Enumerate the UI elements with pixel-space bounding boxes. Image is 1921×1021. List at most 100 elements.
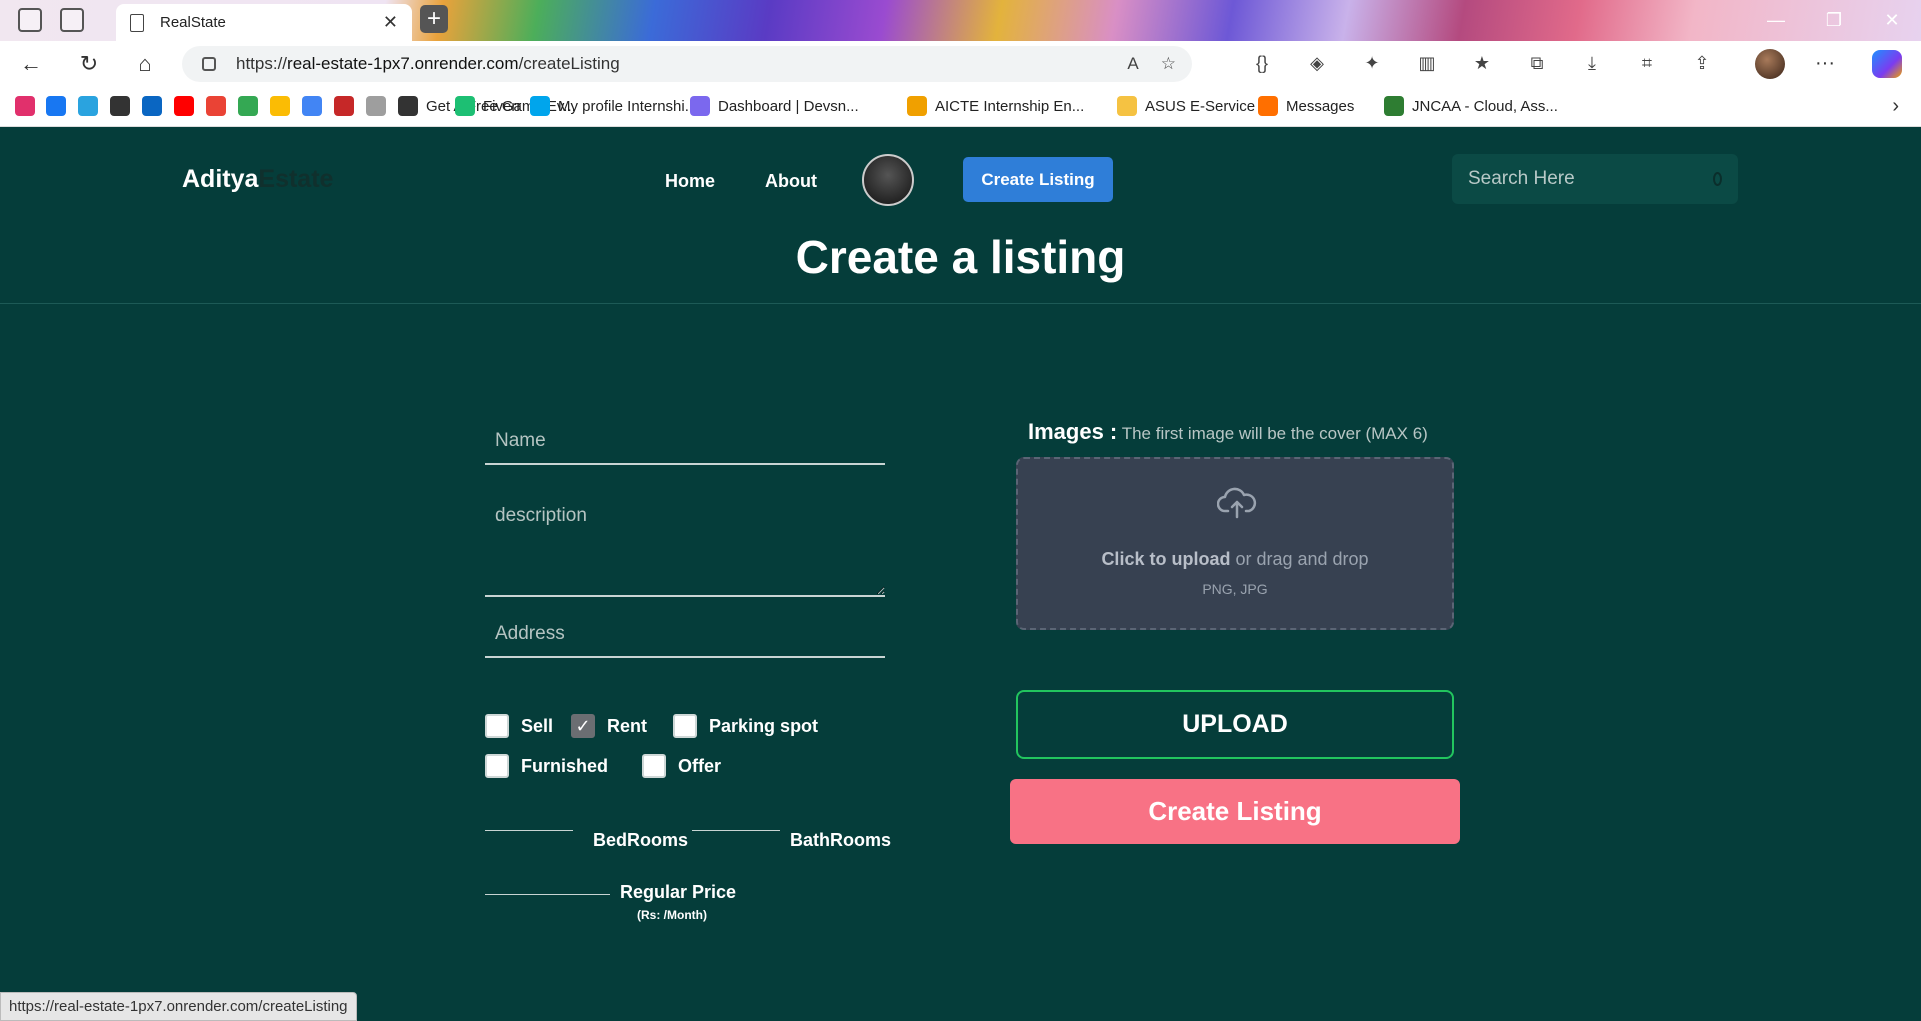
bookmark-label: AICTE Internship En... bbox=[935, 97, 1085, 115]
parking-spot-checkbox[interactable]: Parking spot bbox=[673, 714, 818, 738]
checkbox-box[interactable] bbox=[485, 714, 509, 738]
search-input[interactable] bbox=[1468, 168, 1713, 190]
cloud-upload-icon bbox=[1217, 487, 1257, 519]
read-aloud-icon[interactable]: A bbox=[1127, 54, 1138, 74]
site-logo[interactable]: AdityaEstate bbox=[182, 165, 333, 194]
page-title: Create a listing bbox=[795, 231, 1126, 283]
close-window-icon[interactable]: ✕ bbox=[1863, 0, 1921, 41]
bookmark-item[interactable]: Fiverr bbox=[455, 96, 521, 116]
bookmark-label: ASUS E-Service bbox=[1145, 97, 1256, 115]
bookmarks-overflow-chevron-icon[interactable]: › bbox=[1892, 95, 1899, 118]
name-field[interactable] bbox=[485, 419, 885, 465]
user-avatar[interactable] bbox=[862, 154, 914, 206]
offer-checkbox[interactable]: Offer bbox=[642, 754, 721, 778]
new-tab-button[interactable]: + bbox=[420, 5, 448, 33]
bookmark-item[interactable] bbox=[270, 96, 290, 116]
page: AdityaEstate Home About Create Listing C… bbox=[0, 127, 1921, 1021]
more-options-icon[interactable]: ··· bbox=[1815, 52, 1835, 75]
dropzone-text: Click to upload or drag and drop bbox=[1101, 549, 1369, 569]
image-dropzone[interactable]: Click to upload or drag and drop PNG, JP… bbox=[1016, 457, 1454, 630]
lock-icon[interactable] bbox=[202, 57, 216, 71]
tab-title: RealState bbox=[160, 14, 226, 31]
bookmark-item[interactable]: AICTE Internship En... bbox=[907, 96, 1084, 116]
downloads-icon[interactable]: ⤓ bbox=[1580, 51, 1604, 75]
checkbox-box[interactable] bbox=[642, 754, 667, 778]
checkbox-checked-icon[interactable]: ✓ bbox=[571, 714, 596, 738]
drive-icon bbox=[238, 96, 258, 116]
extensions-icon[interactable]: ✦ bbox=[1360, 51, 1384, 75]
folder-icon bbox=[1117, 96, 1137, 116]
photos-icon bbox=[270, 96, 290, 116]
split-screen-icon[interactable]: ▥ bbox=[1415, 51, 1439, 75]
checkbox-row-1: Sell ✓ Rent Parking spot bbox=[485, 714, 836, 738]
favorite-star-icon[interactable]: ☆ bbox=[1161, 54, 1176, 74]
bookmark-item[interactable]: Dashboard | Devsn... bbox=[690, 96, 859, 116]
epic-games-icon bbox=[398, 96, 418, 116]
search-box bbox=[1452, 154, 1738, 204]
checkbox-box[interactable] bbox=[485, 754, 509, 778]
refresh-icon[interactable]: ↻ bbox=[76, 51, 102, 77]
checkbox-box[interactable] bbox=[673, 714, 698, 738]
bookmark-item[interactable]: ASUS E-Service bbox=[1117, 96, 1255, 116]
home-icon[interactable]: ⌂ bbox=[132, 51, 158, 77]
collections-icon[interactable]: ⧉ bbox=[1525, 51, 1549, 75]
devsnest-icon bbox=[690, 96, 710, 116]
bathrooms-input[interactable] bbox=[692, 801, 780, 831]
description-field[interactable] bbox=[485, 497, 885, 597]
rent-checkbox[interactable]: ✓ Rent bbox=[571, 714, 647, 738]
sell-checkbox[interactable]: Sell bbox=[485, 714, 553, 738]
bookmarks-bar: Get A Free Game Ev... Fiverr My profile In… bbox=[0, 87, 1921, 127]
header-create-listing-button[interactable]: Create Listing bbox=[963, 157, 1113, 202]
browser-profile-avatar[interactable] bbox=[1755, 49, 1785, 79]
bookmark-label: Fiverr bbox=[483, 97, 522, 115]
bookmark-item[interactable] bbox=[174, 96, 194, 116]
github-icon bbox=[110, 96, 130, 116]
tab-actions-icon[interactable] bbox=[60, 8, 84, 32]
checkbox-row-2: Furnished Offer bbox=[485, 754, 739, 778]
minimize-icon[interactable]: — bbox=[1747, 0, 1805, 41]
dropzone-file-types: PNG, JPG bbox=[1202, 581, 1268, 597]
bookmark-item[interactable]: Messages bbox=[1258, 96, 1354, 116]
favorites-icon[interactable]: ★ bbox=[1470, 51, 1494, 75]
bookmark-item[interactable] bbox=[46, 96, 66, 116]
browser-tab[interactable]: RealState ✕ bbox=[116, 4, 412, 41]
furnished-checkbox[interactable]: Furnished bbox=[485, 754, 608, 778]
url-text: https://real-estate-1px7.onrender.com/cr… bbox=[236, 54, 620, 73]
nav-about-link[interactable]: About bbox=[765, 171, 817, 192]
nav-home-link[interactable]: Home bbox=[665, 171, 715, 192]
bathrooms-label: BathRooms bbox=[790, 830, 892, 850]
back-icon[interactable]: ← bbox=[18, 51, 44, 77]
bookmark-item[interactable] bbox=[334, 96, 354, 116]
bookmark-item[interactable] bbox=[15, 96, 35, 116]
bookmark-item[interactable] bbox=[302, 96, 322, 116]
jncaa-icon bbox=[1384, 96, 1404, 116]
close-tab-icon[interactable]: ✕ bbox=[383, 12, 398, 33]
workspaces-icon[interactable] bbox=[18, 8, 42, 32]
bookmark-item[interactable]: JNCAA - Cloud, Ass... bbox=[1384, 96, 1558, 116]
create-listing-submit-button[interactable]: Create Listing bbox=[1010, 779, 1460, 844]
bookmark-item[interactable] bbox=[110, 96, 130, 116]
bookmark-item[interactable] bbox=[238, 96, 258, 116]
bookmark-item[interactable] bbox=[206, 96, 226, 116]
bookmark-item[interactable] bbox=[142, 96, 162, 116]
bookmark-item[interactable] bbox=[78, 96, 98, 116]
bookmark-label: Dashboard | Devsn... bbox=[718, 97, 859, 115]
share-icon[interactable]: ⇪ bbox=[1690, 51, 1714, 75]
bedrooms-input[interactable] bbox=[485, 801, 573, 831]
bookmark-item[interactable]: My profile Internshi... bbox=[530, 96, 697, 116]
bookmark-item[interactable] bbox=[366, 96, 386, 116]
youtube-icon bbox=[174, 96, 194, 116]
copilot-icon[interactable] bbox=[1872, 50, 1902, 78]
bedrooms-label: BedRooms bbox=[593, 830, 689, 850]
upload-button[interactable]: UPLOAD bbox=[1016, 690, 1454, 759]
browser-titlebar: RealState ✕ + — ❐ ✕ bbox=[0, 0, 1921, 41]
extension-code-icon[interactable]: {} bbox=[1250, 51, 1274, 75]
url-field[interactable]: https://real-estate-1px7.onrender.com/cr… bbox=[182, 46, 1192, 82]
internshala-icon bbox=[530, 96, 550, 116]
search-icon[interactable] bbox=[1713, 172, 1722, 186]
regular-price-input[interactable] bbox=[485, 865, 610, 895]
address-field[interactable] bbox=[485, 612, 885, 658]
screenshot-icon[interactable]: ⌗ bbox=[1635, 51, 1659, 75]
restore-icon[interactable]: ❐ bbox=[1805, 0, 1863, 41]
shield-icon[interactable]: ◈ bbox=[1305, 51, 1329, 75]
